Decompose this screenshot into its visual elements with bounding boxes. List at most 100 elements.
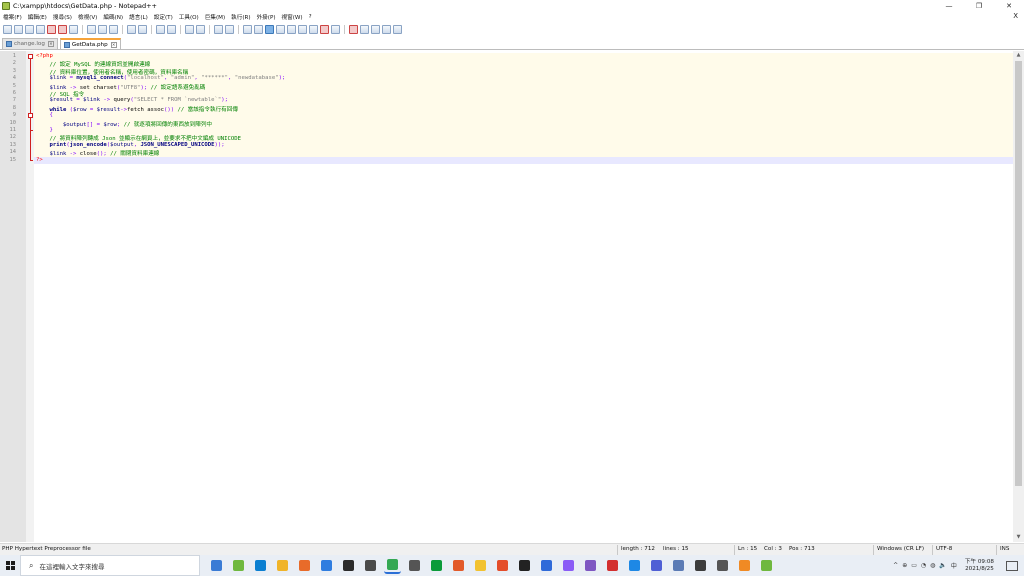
taskbar-app-app-purple-icon[interactable] bbox=[582, 557, 599, 574]
undo-icon[interactable] bbox=[127, 24, 136, 34]
record-macro-icon[interactable] bbox=[349, 24, 358, 34]
menu-encoding[interactable]: 編碼(N) bbox=[103, 13, 123, 21]
folder-workspace-icon[interactable] bbox=[298, 24, 307, 34]
fold-toggle-icon[interactable] bbox=[28, 113, 33, 119]
tray-wifi-icon[interactable]: ◔ bbox=[921, 562, 926, 569]
tab-change-log[interactable]: change.log ✕ bbox=[2, 38, 58, 49]
taskbar-app-store-icon[interactable] bbox=[340, 557, 357, 574]
taskbar-app-chrome-icon[interactable] bbox=[230, 557, 247, 574]
taskbar-app-mail-icon[interactable] bbox=[318, 557, 335, 574]
tray-onedrive-icon[interactable]: ◍ bbox=[930, 562, 935, 569]
code-editor[interactable]: 1 <?php 2 // 設定 MySQL 的連線資訊並開啟連線 3 // 資料庫位置… bbox=[0, 51, 1013, 542]
taskbar-app-notes-icon[interactable] bbox=[472, 557, 489, 574]
cut-icon[interactable] bbox=[87, 24, 96, 34]
show-all-chars-icon[interactable] bbox=[254, 24, 263, 34]
menu-macro[interactable]: 巨集(M) bbox=[205, 13, 225, 21]
fold-guide-line bbox=[30, 59, 31, 161]
taskbar-app-remote-icon[interactable] bbox=[670, 557, 687, 574]
doc-map-icon[interactable] bbox=[276, 24, 285, 34]
find-icon[interactable] bbox=[156, 24, 165, 34]
minimize-button[interactable]: — bbox=[934, 0, 964, 11]
doc-list-icon[interactable] bbox=[320, 24, 329, 34]
stop-macro-icon[interactable] bbox=[360, 24, 369, 34]
status-eol[interactable]: Windows (CR LF) bbox=[877, 546, 924, 552]
scroll-up-icon[interactable]: ▲ bbox=[1013, 51, 1024, 60]
status-insert-mode[interactable]: INS bbox=[1000, 546, 1009, 552]
zoom-in-icon[interactable] bbox=[185, 24, 194, 34]
maximize-button[interactable]: ❐ bbox=[964, 0, 994, 11]
taskbar-app-chrome-alt-icon[interactable] bbox=[362, 557, 379, 574]
zoom-out-icon[interactable] bbox=[196, 24, 205, 34]
taskbar-app-firefox-icon[interactable] bbox=[296, 557, 313, 574]
menu-tools[interactable]: 工具(O) bbox=[179, 13, 199, 21]
close-document-button[interactable]: X bbox=[1013, 12, 1018, 20]
taskbar-app-sublime-icon[interactable] bbox=[736, 557, 753, 574]
taskbar-app-cmd-icon[interactable] bbox=[692, 557, 709, 574]
menu-plugins[interactable]: 外掛(P) bbox=[257, 13, 276, 21]
menu-window[interactable]: 視窗(W) bbox=[282, 13, 303, 21]
status-encoding[interactable]: UTF-8 bbox=[936, 546, 952, 552]
scrollbar-thumb[interactable] bbox=[1015, 61, 1022, 486]
menu-edit[interactable]: 編輯(E) bbox=[28, 13, 47, 21]
taskbar-app-app-red-icon[interactable] bbox=[494, 557, 511, 574]
notification-center-icon[interactable] bbox=[1006, 560, 1018, 571]
replace-icon[interactable] bbox=[167, 24, 176, 34]
word-wrap-icon[interactable] bbox=[243, 24, 252, 34]
scroll-down-icon[interactable]: ▼ bbox=[1013, 533, 1024, 542]
taskbar-app-messenger-icon[interactable] bbox=[560, 557, 577, 574]
paste-icon[interactable] bbox=[109, 24, 118, 34]
tray-ime-indicator[interactable]: 中 bbox=[951, 561, 957, 570]
taskbar-app-terminal-dark-icon[interactable] bbox=[516, 557, 533, 574]
new-file-icon[interactable] bbox=[3, 24, 12, 34]
preview-icon[interactable] bbox=[331, 24, 340, 34]
tray-battery-icon[interactable]: ▭ bbox=[911, 562, 917, 569]
tray-volume-icon[interactable]: 🔈 bbox=[939, 562, 946, 569]
tab-close-icon[interactable]: ✕ bbox=[110, 41, 117, 48]
taskbar-app-teams-icon[interactable] bbox=[648, 557, 665, 574]
menu-settings[interactable]: 設定(T) bbox=[154, 13, 173, 21]
taskbar-app-window-app-icon[interactable] bbox=[714, 557, 731, 574]
taskbar-search-box[interactable]: ⌕ 在這裡輸入文字來搜尋 bbox=[20, 555, 200, 576]
close-all-icon[interactable] bbox=[58, 24, 67, 34]
taskbar-app-terminal-icon[interactable] bbox=[406, 557, 423, 574]
menu-language[interactable]: 語言(L) bbox=[129, 13, 148, 21]
taskbar-app-browser-alt-icon[interactable] bbox=[626, 557, 643, 574]
taskbar-app-vscode-icon[interactable] bbox=[384, 557, 401, 574]
sync-horizontal-icon[interactable] bbox=[225, 24, 234, 34]
save-macro-icon[interactable] bbox=[393, 24, 402, 34]
tab-getdata-php[interactable]: GetData.php ✕ bbox=[59, 38, 121, 49]
save-icon[interactable] bbox=[25, 24, 34, 34]
open-file-icon[interactable] bbox=[14, 24, 23, 34]
taskbar-app-edge-icon[interactable] bbox=[252, 557, 269, 574]
save-all-icon[interactable] bbox=[36, 24, 45, 34]
monitoring-icon[interactable] bbox=[309, 24, 318, 34]
taskbar-app-notepadpp-icon[interactable] bbox=[758, 557, 775, 574]
menu-view[interactable]: 檢視(V) bbox=[78, 13, 97, 21]
tray-network-icon[interactable]: ⊕ bbox=[902, 562, 907, 569]
play-macro-icon[interactable] bbox=[371, 24, 380, 34]
function-list-icon[interactable] bbox=[287, 24, 296, 34]
tray-show-hidden-icon[interactable]: ^ bbox=[893, 562, 898, 569]
menu-search[interactable]: 搜尋(S) bbox=[53, 13, 72, 21]
taskbar-app-app-blue-icon[interactable] bbox=[538, 557, 555, 574]
redo-icon[interactable] bbox=[138, 24, 147, 34]
menu-help[interactable]: ? bbox=[309, 14, 312, 20]
menu-file[interactable]: 檔案(F) bbox=[3, 13, 22, 21]
start-button[interactable] bbox=[0, 555, 20, 576]
vertical-scrollbar[interactable]: ▲ ▼ bbox=[1013, 51, 1024, 542]
run-macro-multiple-icon[interactable] bbox=[382, 24, 391, 34]
tab-close-icon[interactable]: ✕ bbox=[47, 41, 54, 47]
copy-icon[interactable] bbox=[98, 24, 107, 34]
close-button[interactable]: ✕ bbox=[994, 0, 1024, 11]
taskbar-app-line-icon[interactable] bbox=[428, 557, 445, 574]
menu-run[interactable]: 執行(R) bbox=[231, 13, 250, 21]
indent-guide-icon[interactable] bbox=[265, 24, 274, 34]
taskbar-app-pdf-reader-icon[interactable] bbox=[604, 557, 621, 574]
taskbar-app-explorer-icon[interactable] bbox=[208, 557, 225, 574]
taskbar-clock[interactable]: 下午 09:08 2021/8/25 bbox=[965, 559, 994, 573]
sync-vertical-icon[interactable] bbox=[214, 24, 223, 34]
taskbar-app-mail-red-icon[interactable] bbox=[450, 557, 467, 574]
taskbar-app-file-explorer-icon[interactable] bbox=[274, 557, 291, 574]
close-file-icon[interactable] bbox=[47, 24, 56, 34]
print-icon[interactable] bbox=[69, 24, 78, 34]
